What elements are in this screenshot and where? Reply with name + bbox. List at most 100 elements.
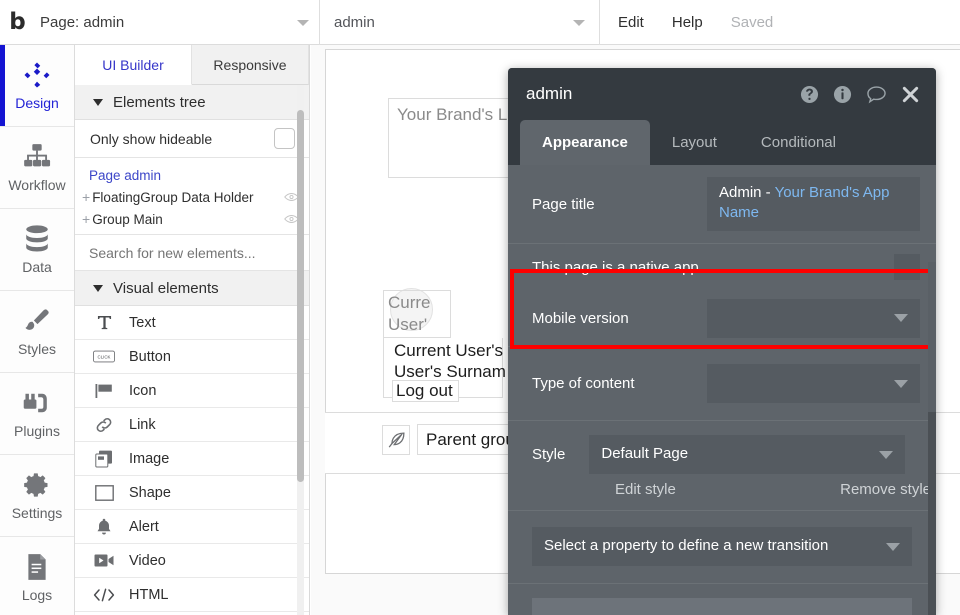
button-icon: CLICK <box>93 350 115 363</box>
top-bar: b Page: admin admin Edit Help Saved <box>0 0 960 45</box>
tab-layout[interactable]: Layout <box>650 120 739 165</box>
tab-ui-builder[interactable]: UI Builder <box>75 45 192 85</box>
rail-item-workflow[interactable]: Workflow <box>0 127 74 209</box>
visual-elements-title: Visual elements <box>113 279 219 297</box>
chevron-down-icon <box>886 542 900 551</box>
transition-dropdown[interactable]: Select a property to define a new transi… <box>532 527 912 566</box>
native-app-checkbox[interactable] <box>894 254 920 280</box>
design-icon <box>22 60 52 90</box>
text-icon <box>93 315 115 330</box>
rail-item-styles[interactable]: Styles <box>0 291 74 373</box>
dialog-title: admin <box>526 84 573 103</box>
tree-item-label: Page admin <box>89 167 162 183</box>
element-item-link[interactable]: Link <box>75 408 309 442</box>
info-icon[interactable] <box>833 85 852 104</box>
chevron-down-icon <box>93 98 103 106</box>
element-item-label: Video <box>129 552 166 569</box>
database-icon <box>24 224 50 254</box>
elements-tree-header[interactable]: Elements tree <box>75 85 309 120</box>
element-selector-label: admin <box>334 14 375 31</box>
canvas-menu-item-0[interactable]: Current User's <box>384 338 503 361</box>
visual-elements-header[interactable]: Visual elements <box>75 271 309 306</box>
element-item-label: Shape <box>129 484 171 501</box>
element-item-label: Button <box>129 348 171 365</box>
only-show-hideable-checkbox[interactable] <box>274 128 295 149</box>
type-of-content-row: Type of content <box>508 347 936 421</box>
bell-icon <box>93 518 115 536</box>
bubble-editor-window: b Page: admin admin Edit Help Saved Desi… <box>0 0 960 615</box>
tree-item-label: Group Main <box>92 211 163 227</box>
style-dropdown[interactable]: Default Page <box>589 435 906 474</box>
native-app-row: This page is a native app <box>508 244 936 290</box>
type-of-content-dropdown[interactable] <box>707 364 920 403</box>
tab-conditional[interactable]: Conditional <box>739 120 858 165</box>
dialog-scrollbar-thumb[interactable] <box>928 262 936 412</box>
expand-plus-icon[interactable]: + <box>82 190 90 204</box>
rail-item-settings[interactable]: Settings <box>0 455 74 537</box>
mobile-version-dropdown[interactable] <box>707 298 920 338</box>
expand-plus-icon[interactable]: + <box>82 212 90 226</box>
page-selector[interactable]: Page: admin <box>34 0 320 45</box>
element-selector[interactable]: admin <box>320 0 600 45</box>
search-elements-row[interactable] <box>75 235 309 271</box>
menu-item-edit[interactable]: Edit <box>618 14 644 31</box>
top-menu: Edit Help Saved <box>600 0 773 45</box>
element-item-icon[interactable]: Icon <box>75 374 309 408</box>
canvas-menu-item-2[interactable]: Log out <box>393 381 458 401</box>
style-section: Style Default Page Edit style Remove sty… <box>508 421 936 511</box>
canvas-footer-icon-box[interactable] <box>382 425 410 455</box>
elements-tree: Page admin + FloatingGroup Data Holder +… <box>75 158 309 235</box>
element-item-shape[interactable]: Shape <box>75 476 309 510</box>
menu-item-help[interactable]: Help <box>672 14 703 31</box>
only-show-hideable-row[interactable]: Only show hideable <box>75 120 309 158</box>
element-item-label: HTML <box>129 586 169 603</box>
element-item-button[interactable]: CLICK Button <box>75 340 309 374</box>
dialog-tabs: Appearance Layout Conditional <box>508 120 936 165</box>
tree-item-group-main[interactable]: + Group Main <box>75 208 309 230</box>
element-item-html[interactable]: HTML <box>75 578 309 612</box>
page-title-label: Page title <box>532 195 595 213</box>
tab-responsive[interactable]: Responsive <box>192 45 309 85</box>
tree-item-page-admin[interactable]: Page admin <box>75 164 309 186</box>
rail-item-logs[interactable]: Logs <box>0 537 74 615</box>
bubble-logo[interactable]: b <box>0 0 34 44</box>
only-show-hideable-label: Only show hideable <box>90 130 213 147</box>
panel-scrollbar-thumb[interactable] <box>297 110 304 482</box>
partial-field[interactable] <box>532 598 912 615</box>
panel-tabs: UI Builder Responsive <box>75 45 309 85</box>
element-item-alert[interactable]: Alert <box>75 510 309 544</box>
shape-icon <box>93 484 115 501</box>
edit-style-link[interactable]: Edit style <box>615 481 676 498</box>
search-input[interactable] <box>89 244 289 261</box>
canvas-menu-item-logout-box[interactable]: Log out <box>392 380 459 402</box>
element-item-label: Text <box>129 314 156 331</box>
elements-tree-title: Elements tree <box>113 93 206 111</box>
brush-icon <box>23 306 51 336</box>
chevron-down-icon <box>894 379 908 388</box>
comment-icon[interactable] <box>866 85 887 104</box>
dialog-body: Page title Admin - Your Brand's App Name… <box>508 165 936 615</box>
help-icon[interactable] <box>800 85 819 104</box>
tab-appearance[interactable]: Appearance <box>520 120 650 165</box>
plug-icon <box>22 388 52 418</box>
close-icon[interactable] <box>901 85 920 104</box>
tree-item-floatinggroup-data-holder[interactable]: + FloatingGroup Data Holder <box>75 186 309 208</box>
element-item-image[interactable]: Image <box>75 442 309 476</box>
rail-item-plugins[interactable]: Plugins <box>0 373 74 455</box>
chevron-down-icon <box>879 450 894 459</box>
dialog-header: admin <box>508 68 936 120</box>
canvas-element-avatar-box[interactable]: Curre User' <box>383 290 451 338</box>
page-title-field[interactable]: Admin - Your Brand's App Name <box>707 177 920 231</box>
rail-label-logs: Logs <box>21 587 53 603</box>
element-item-video[interactable]: Video <box>75 544 309 578</box>
rail-label-data: Data <box>22 259 52 275</box>
rail-item-data[interactable]: Data <box>0 209 74 291</box>
rail-label-design: Design <box>15 95 59 111</box>
element-item-label: Image <box>129 450 170 467</box>
rail-item-design[interactable]: Design <box>0 45 74 127</box>
style-value: Default Page <box>601 445 689 463</box>
element-item-text[interactable]: Text <box>75 306 309 340</box>
image-icon <box>93 450 115 468</box>
style-label: Style <box>532 446 566 463</box>
remove-style-link[interactable]: Remove style <box>840 481 931 498</box>
